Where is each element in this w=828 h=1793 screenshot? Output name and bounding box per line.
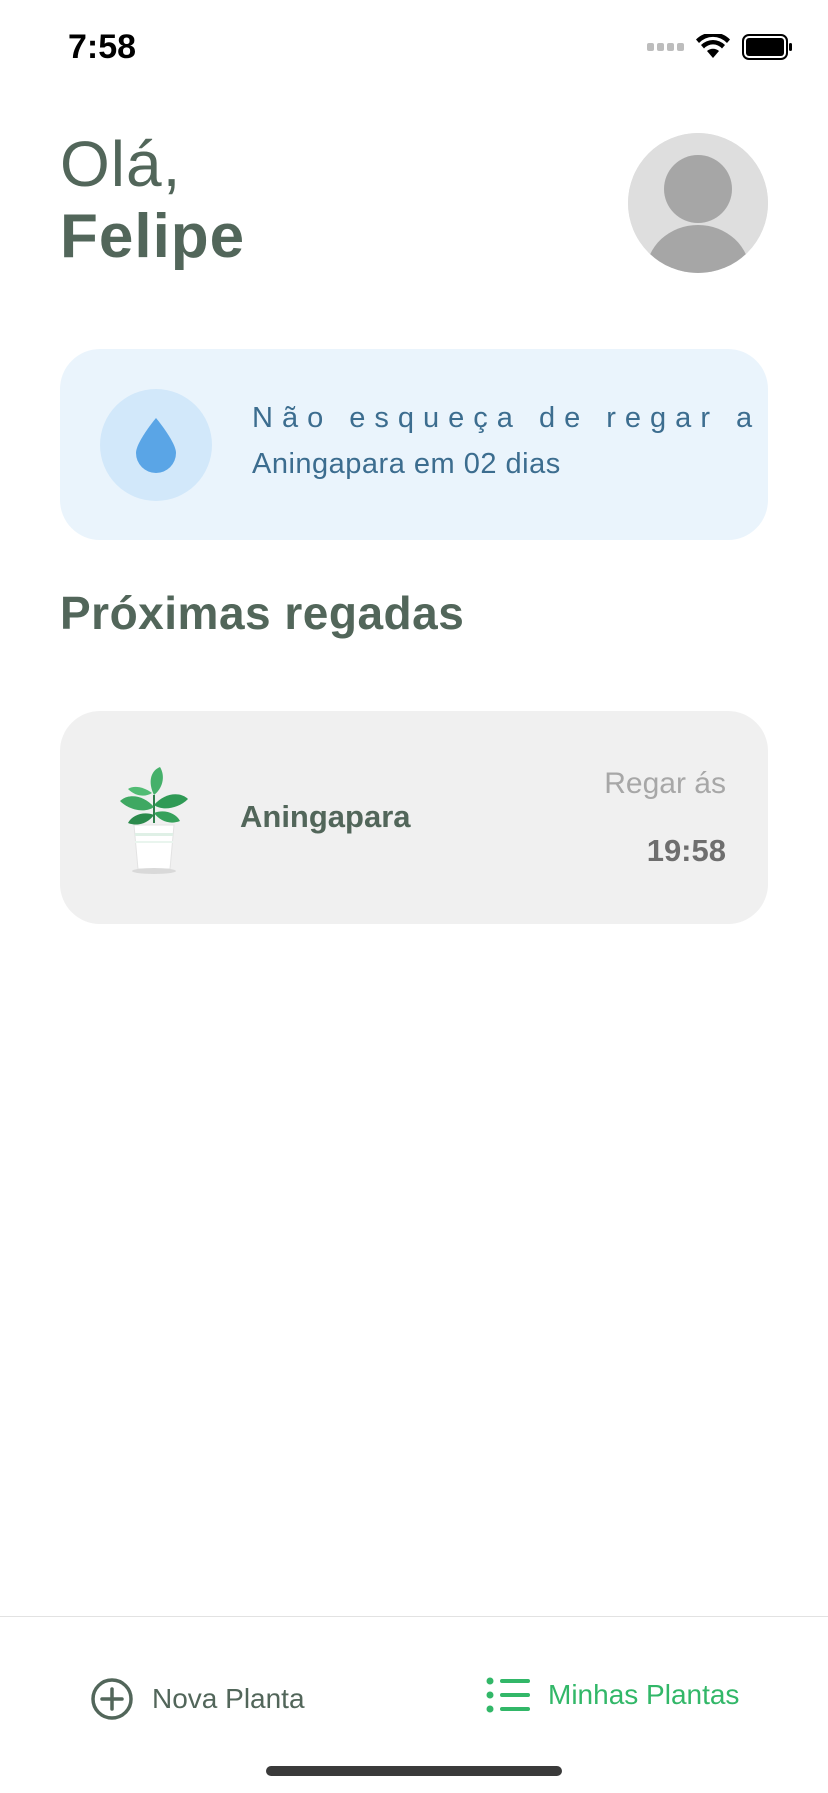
avatar[interactable] — [628, 133, 768, 273]
reminder-line-1: Não esqueça de regar a — [252, 402, 762, 434]
water-time-label: Regar ás — [604, 767, 726, 800]
water-drop-icon — [136, 418, 176, 473]
home-indicator[interactable] — [266, 1766, 562, 1776]
plant-card[interactable]: Aningapara Regar ás 19:58 — [60, 711, 768, 924]
water-time-value: 19:58 — [646, 833, 726, 868]
greeting: Olá, Felipe — [60, 128, 245, 274]
user-avatar-icon — [628, 133, 768, 273]
status-time: 7:58 — [68, 28, 137, 66]
tab-new-plant-label: Nova Planta — [152, 1683, 305, 1714]
reminder-text: Não esqueça de regar a Aningapara em 02 … — [252, 395, 762, 487]
section-title: Próximas regadas — [60, 587, 465, 639]
potted-plant-icon — [120, 767, 188, 874]
user-name: Felipe — [60, 202, 246, 271]
water-reminder-banner: Não esqueça de regar a Aningapara em 02 … — [60, 349, 768, 540]
reminder-icon-circle — [100, 389, 212, 501]
list-icon — [486, 1677, 530, 1713]
plus-circle-icon — [91, 1678, 133, 1720]
tab-new-plant[interactable]: Nova Planta — [90, 1677, 305, 1721]
reminder-line-2: Aningapara em 02 dias — [252, 448, 561, 480]
wifi-icon — [696, 34, 730, 58]
status-icons — [647, 34, 794, 60]
status-bar: 7:58 — [0, 0, 828, 100]
tab-my-plants-label: Minhas Plantas — [548, 1679, 740, 1710]
plant-name: Aningapara — [240, 799, 411, 834]
signal-icon — [647, 43, 684, 51]
tab-my-plants[interactable]: Minhas Plantas — [486, 1677, 739, 1713]
battery-icon — [742, 34, 792, 60]
greeting-hello: Olá, — [60, 128, 182, 200]
